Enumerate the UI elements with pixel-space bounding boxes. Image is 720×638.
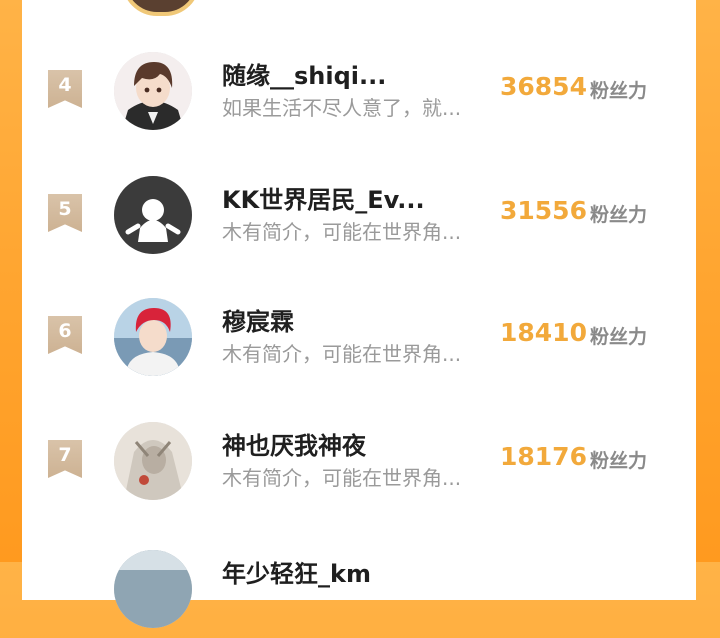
rank-badge: 6 [48, 316, 82, 354]
user-name[interactable]: 随缘__shiqi... [222, 56, 386, 91]
default-avatar-icon[interactable] [114, 176, 192, 254]
user-name[interactable]: KK世界居民_Ev... [222, 180, 425, 215]
fan-count: 36854 [500, 72, 587, 101]
avatar[interactable] [114, 298, 192, 376]
fan-label: 粉丝力 [590, 450, 648, 472]
user-bio: 木有简介，可能在世界角... [222, 342, 462, 366]
fan-count: 18410 [500, 318, 587, 347]
rank-badge: 4 [48, 70, 82, 108]
user-bio: 如果生活不尽人意了，就... [222, 96, 462, 120]
user-name[interactable]: 穆宸霖 [222, 302, 294, 337]
ranking-row[interactable]: 4 随缘__shiqi... 如果生活不尽人意了，就... 36854 粉丝力 [22, 44, 696, 140]
fan-label: 粉丝力 [590, 326, 648, 348]
avatar[interactable] [114, 52, 192, 130]
ranking-row[interactable]: 6 穆宸霖 木有简介，可能在世界角... 18410 粉丝力 [22, 290, 696, 386]
ranking-row[interactable]: 年少轻狂_km [22, 542, 696, 638]
user-name[interactable]: 神也厌我神夜 [222, 426, 366, 461]
avatar-rank-3-partial[interactable] [122, 0, 200, 16]
avatar[interactable] [114, 422, 192, 500]
ranking-panel: 4 随缘__shiqi... 如果生活不尽人意了，就... 36854 粉丝力 … [22, 0, 696, 628]
fan-label: 粉丝力 [590, 80, 648, 102]
user-bio: 木有简介，可能在世界角... [222, 220, 462, 244]
ranking-row[interactable]: 7 神也厌我神夜 木有简介，可能在世界角... 18176 粉丝力 [22, 414, 696, 510]
fan-count: 31556 [500, 196, 587, 225]
fan-label: 粉丝力 [590, 204, 648, 226]
fan-count: 18176 [500, 442, 587, 471]
rank-badge: 5 [48, 194, 82, 232]
ranking-row[interactable]: 5 KK世界居民_Ev... 木有简介，可能在世界角... 31556 粉丝力 [22, 168, 696, 264]
user-name[interactable]: 年少轻狂_km [222, 554, 371, 589]
user-bio: 木有简介，可能在世界角... [222, 466, 462, 490]
rank-badge: 7 [48, 440, 82, 478]
